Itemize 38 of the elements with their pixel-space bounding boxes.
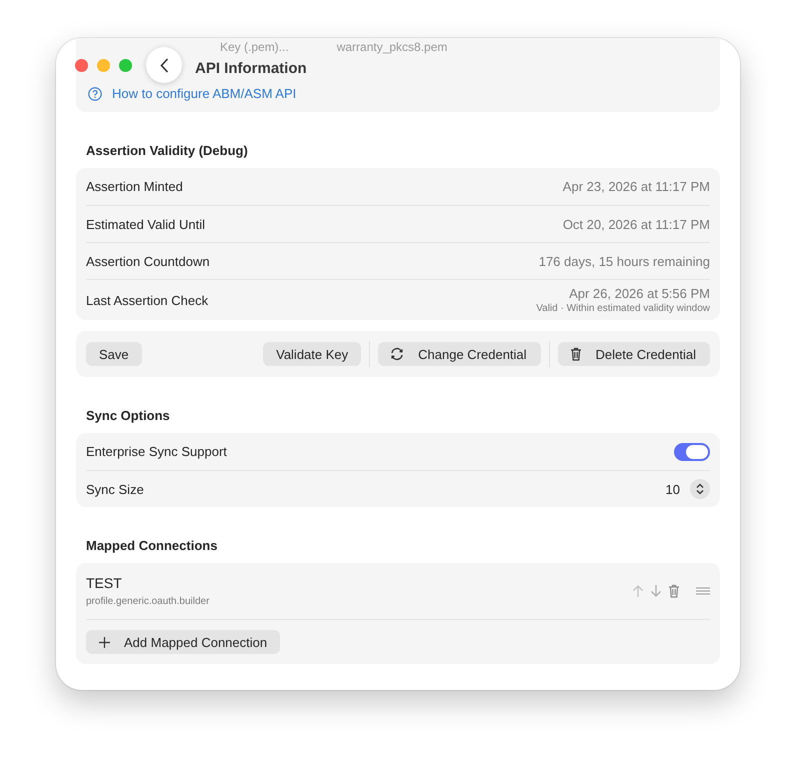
plus-icon <box>99 636 110 648</box>
action-button[interactable]: Save <box>86 342 142 366</box>
row-value: 176 days, 15 hours remaining <box>538 254 710 268</box>
connection-name: TEST <box>86 575 123 591</box>
status-note: Valid · Within estimated validity window <box>536 303 710 314</box>
drag-handle-icon <box>696 587 710 595</box>
action-button[interactable]: Validate Key <box>263 342 362 366</box>
file-name: warranty_pkcs8.pem <box>336 40 448 54</box>
row-label: Assertion Countdown <box>86 254 210 268</box>
trash-icon <box>668 584 680 598</box>
row-value: Apr 23, 2026 at 11:17 PM <box>562 179 710 194</box>
refresh-icon <box>390 347 404 361</box>
arrow-down-icon <box>650 584 662 598</box>
add-connection-button[interactable]: Add Mapped Connection <box>86 630 280 654</box>
choose-key-label: Key (.pem)... <box>220 40 289 54</box>
window-title: API Information <box>195 60 307 76</box>
section-heading: Sync Options <box>85 407 171 425</box>
arrow-up-icon <box>632 584 644 598</box>
chevron-left-icon <box>160 58 168 72</box>
row-label: Estimated Valid Until <box>86 216 205 232</box>
toggle-switch[interactable] <box>674 442 710 460</box>
delete-button[interactable]: Delete Credential <box>558 342 710 366</box>
row-value: Apr 26, 2026 at 5:56 PM <box>569 286 710 301</box>
row-label: Enterprise Sync Support <box>86 444 227 459</box>
row-label: Last Assertion Check <box>86 292 208 308</box>
connection-profile: profile.generic.oauth.builder <box>86 596 210 607</box>
stepper-button[interactable] <box>690 479 710 499</box>
help-icon <box>88 86 102 100</box>
row-label: Sync Size <box>86 482 144 496</box>
trash-icon <box>570 347 582 361</box>
help-link[interactable]: How to configure ABM/ASM API <box>112 86 296 101</box>
row-value: Oct 20, 2026 at 11:17 PM <box>562 216 710 232</box>
action-button[interactable]: Change Credential <box>378 342 541 366</box>
section-heading: Assertion Validity (Debug) <box>85 142 249 160</box>
stepper-value: 10 <box>666 482 680 496</box>
chevron-up-down-icon <box>696 483 704 495</box>
row-label: Assertion Minted <box>86 179 183 194</box>
section-heading: Mapped Connections <box>85 537 218 555</box>
